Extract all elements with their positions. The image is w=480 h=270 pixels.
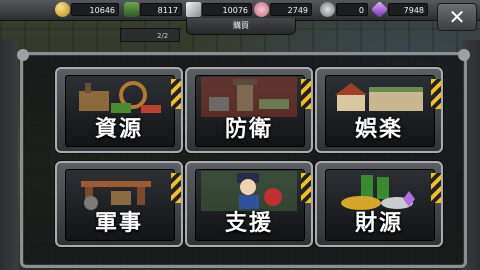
oil-value: 8117 — [140, 3, 182, 16]
category-support-button[interactable]: 支援 — [185, 161, 313, 247]
resource-population: 2749 — [254, 2, 312, 17]
shop-category-panel: 資源 防衛 娯楽 軍事 支援 財源 — [17, 49, 470, 268]
category-label: 財源 — [354, 210, 403, 236]
category-label: 娯楽 — [354, 116, 403, 142]
category-label: 資源 — [94, 116, 143, 142]
oil-barrel-icon — [124, 2, 139, 17]
population-icon — [254, 2, 269, 17]
medal-value: 0 — [336, 3, 368, 16]
close-button[interactable]: ✕ — [437, 3, 477, 31]
category-defense-button[interactable]: 防衛 — [185, 67, 313, 153]
resource-steel: 10076 — [186, 2, 252, 17]
left-frame — [0, 40, 18, 270]
category-label: 防衛 — [224, 116, 273, 142]
resource-medal: 0 — [320, 2, 368, 17]
population-value: 2749 — [270, 3, 312, 16]
crystal-value: 7948 — [388, 3, 428, 16]
steel-value: 10076 — [202, 3, 252, 16]
category-entertainment-button[interactable]: 娯楽 — [315, 67, 443, 153]
category-label: 支援 — [224, 210, 273, 236]
resource-gold: 10646 — [55, 2, 119, 17]
category-label: 軍事 — [94, 210, 143, 236]
resource-crystal: 7948 — [371, 1, 428, 18]
page-title: 購買 — [186, 18, 296, 35]
steel-icon — [186, 2, 201, 17]
category-military-button[interactable]: 軍事 — [55, 161, 183, 247]
gold-coin-icon — [55, 2, 70, 17]
category-finance-button[interactable]: 財源 — [315, 161, 443, 247]
resource-oil: 8117 — [124, 2, 182, 17]
medal-icon — [320, 2, 335, 17]
page-indicator: 2/2 — [120, 28, 180, 42]
gold-value: 10646 — [71, 3, 119, 16]
crystal-icon — [371, 1, 388, 18]
category-resources-button[interactable]: 資源 — [55, 67, 183, 153]
